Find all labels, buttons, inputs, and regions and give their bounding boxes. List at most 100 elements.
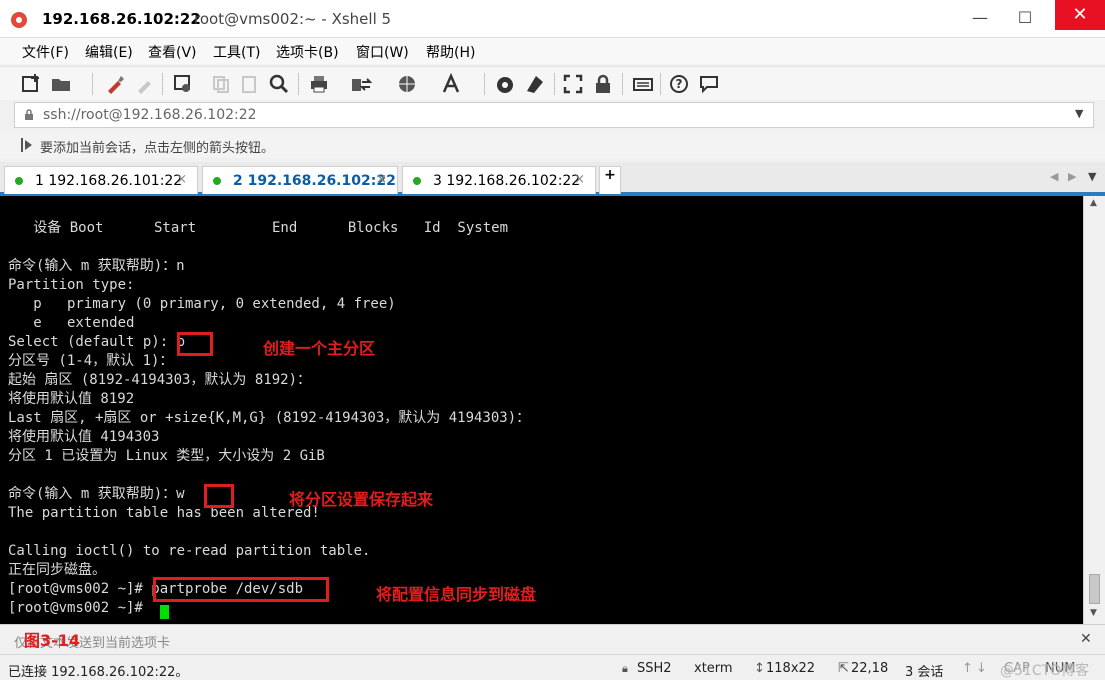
- terminal-line: 将使用默认值 8192: [8, 391, 135, 407]
- close-button[interactable]: ✕: [1055, 0, 1105, 30]
- address-input[interactable]: ssh://root@192.168.26.102:22: [43, 107, 257, 123]
- terminal-size: 118x22: [766, 661, 816, 676]
- scroll-up-icon[interactable]: ▲: [1090, 198, 1097, 208]
- tab-close-icon[interactable]: ×: [574, 172, 585, 187]
- tab-session-2[interactable]: 2 192.168.26.102:22 ×: [202, 166, 398, 194]
- disconnect-icon[interactable]: [134, 73, 156, 95]
- hint-text: 要添加当前会话，点击左侧的箭头按钮。: [40, 141, 275, 156]
- globe-icon[interactable]: [396, 73, 418, 95]
- toolbar-separator: [554, 73, 555, 95]
- terminal-line: 正在同步磁盘。: [8, 562, 106, 578]
- menu-view[interactable]: 查看(V): [148, 42, 197, 62]
- highlight-box-w: [204, 484, 234, 508]
- close-compose-icon[interactable]: ✕: [1080, 631, 1092, 647]
- terminal-line: p primary (0 primary, 0 extended, 4 free…: [8, 296, 396, 312]
- protocol-status: SSH2: [637, 661, 672, 676]
- tab-label: 1 192.168.26.101:22: [35, 173, 183, 189]
- help-icon[interactable]: ?: [668, 73, 690, 95]
- terminal-line: [root@vms002 ~]#: [8, 600, 152, 616]
- copy-icon[interactable]: [210, 73, 232, 95]
- annotation-create-primary: 创建一个主分区: [263, 339, 376, 358]
- print-icon[interactable]: [308, 73, 330, 95]
- terminal-view[interactable]: 设备 Boot Start End Blocks Id System 命令(输入…: [0, 196, 1083, 624]
- reconnect-icon[interactable]: [104, 73, 126, 95]
- tab-close-icon[interactable]: ×: [176, 172, 187, 187]
- new-session-icon[interactable]: [20, 73, 42, 95]
- bookmark-arrow-icon[interactable]: [20, 137, 34, 153]
- toolbar-separator: [622, 73, 623, 95]
- chevron-down-icon[interactable]: ▼: [1075, 107, 1083, 120]
- terminal-line: 分区 1 已设置为 Linux 类型，大小设为 2 GiB: [8, 448, 325, 464]
- connection-status: 已连接 192.168.26.102:22。: [8, 665, 189, 680]
- chat-icon[interactable]: [698, 73, 720, 95]
- upload-arrow-icon: ↑: [962, 661, 973, 676]
- compose-bar[interactable]: 仅将文本发送到当前选项卡 图3-14 ✕: [0, 624, 1105, 654]
- tab-label: 3 192.168.26.102:22: [433, 173, 581, 189]
- cursor-position: 22,18: [851, 661, 889, 676]
- menu-window[interactable]: 窗口(W): [356, 42, 409, 62]
- tab-close-icon[interactable]: ×: [376, 172, 387, 187]
- terminal-scrollbar[interactable]: ▲ ▼: [1083, 196, 1105, 624]
- address-bar[interactable]: ssh://root@192.168.26.102:22 ▼: [14, 102, 1094, 128]
- menu-help[interactable]: 帮助(H): [426, 42, 475, 62]
- download-arrow-icon: ↓: [976, 661, 987, 676]
- keyboard-icon[interactable]: [632, 73, 654, 95]
- xshell-logo-icon: [11, 12, 27, 28]
- svg-text:?: ?: [676, 77, 683, 91]
- xshell-icon[interactable]: [494, 73, 516, 95]
- tab-scroll-left-icon[interactable]: ◀: [1050, 170, 1058, 183]
- terminal-line: 命令(输入 m 获取帮助)：w: [8, 486, 185, 502]
- menu-bar: 文件(F) 编辑(E) 查看(V) 工具(T) 选项卡(B) 窗口(W) 帮助(…: [0, 38, 1105, 64]
- title-bar: 192.168.26.102:22 root@vms002:~ - Xshell…: [0, 0, 1105, 38]
- terminal-line: The partition table has been altered!: [8, 505, 320, 521]
- find-icon[interactable]: [268, 73, 290, 95]
- toolbar-separator: [298, 73, 299, 95]
- connected-status-icon: [15, 177, 23, 185]
- tab-session-1[interactable]: 1 192.168.26.101:22 ×: [4, 166, 198, 194]
- tab-menu-icon[interactable]: ▼: [1088, 170, 1096, 183]
- properties-icon[interactable]: [172, 73, 194, 95]
- tab-scroll-right-icon[interactable]: ▶: [1068, 170, 1076, 183]
- session-count: 3 会话: [905, 665, 944, 680]
- watermark: @51CTO博客: [1000, 663, 1090, 679]
- toolbar-separator: [660, 73, 661, 95]
- lock-icon[interactable]: [592, 73, 614, 95]
- font-icon[interactable]: [440, 73, 462, 95]
- window-title: root@vms002:~ - Xshell 5: [194, 10, 392, 28]
- annotation-sync-disk: 将配置信息同步到磁盘: [376, 585, 537, 604]
- scrollbar-thumb[interactable]: [1089, 574, 1100, 604]
- highlight-box-p: [177, 332, 213, 356]
- menu-file[interactable]: 文件(F): [22, 42, 69, 62]
- new-tab-button[interactable]: +: [599, 166, 621, 194]
- transfer-icon[interactable]: [350, 73, 372, 95]
- open-folder-icon[interactable]: [50, 73, 72, 95]
- paste-icon[interactable]: [238, 73, 260, 95]
- connected-status-icon: [413, 177, 421, 185]
- menu-edit[interactable]: 编辑(E): [85, 42, 133, 62]
- terminal-line: 将使用默认值 4194303: [8, 429, 160, 445]
- terminal-line: Select (default p): p: [8, 334, 186, 350]
- window-title-host: 192.168.26.102:22: [42, 10, 201, 28]
- minimize-button[interactable]: —: [965, 6, 995, 30]
- terminal-cursor: [160, 605, 169, 619]
- toolbar-separator: [92, 73, 93, 95]
- xftp-icon[interactable]: [524, 73, 546, 95]
- terminal-line: Last 扇区, +扇区 or +size{K,M,G} (8192-41943…: [8, 410, 531, 426]
- connected-status-icon: [213, 177, 221, 185]
- fullscreen-icon[interactable]: [562, 73, 584, 95]
- highlight-box-partprobe: [153, 577, 329, 602]
- status-bar: 已连接 192.168.26.102:22。 🔒︎ SSH2 xterm ↕ 1…: [0, 654, 1105, 680]
- maximize-button[interactable]: ☐: [1010, 6, 1040, 30]
- terminal-line: 起始 扇区 (8192-4194303，默认为 8192)：: [8, 372, 312, 388]
- terminal-line: 分区号 (1-4，默认 1)：: [8, 353, 174, 369]
- lock-icon: 🔒︎: [622, 662, 628, 675]
- menu-tools[interactable]: 工具(T): [213, 42, 260, 62]
- terminal-line: e extended: [8, 315, 135, 331]
- cursor-position-icon: ⇱: [838, 661, 849, 676]
- toolbar-separator: [484, 73, 485, 95]
- tab-session-3[interactable]: 3 192.168.26.102:22 ×: [402, 166, 596, 194]
- scroll-down-icon[interactable]: ▼: [1090, 608, 1097, 618]
- tab-bar: 1 192.168.26.101:22 × 2 192.168.26.102:2…: [0, 162, 1105, 196]
- menu-tabs[interactable]: 选项卡(B): [276, 42, 339, 62]
- terminal-type: xterm: [694, 661, 733, 676]
